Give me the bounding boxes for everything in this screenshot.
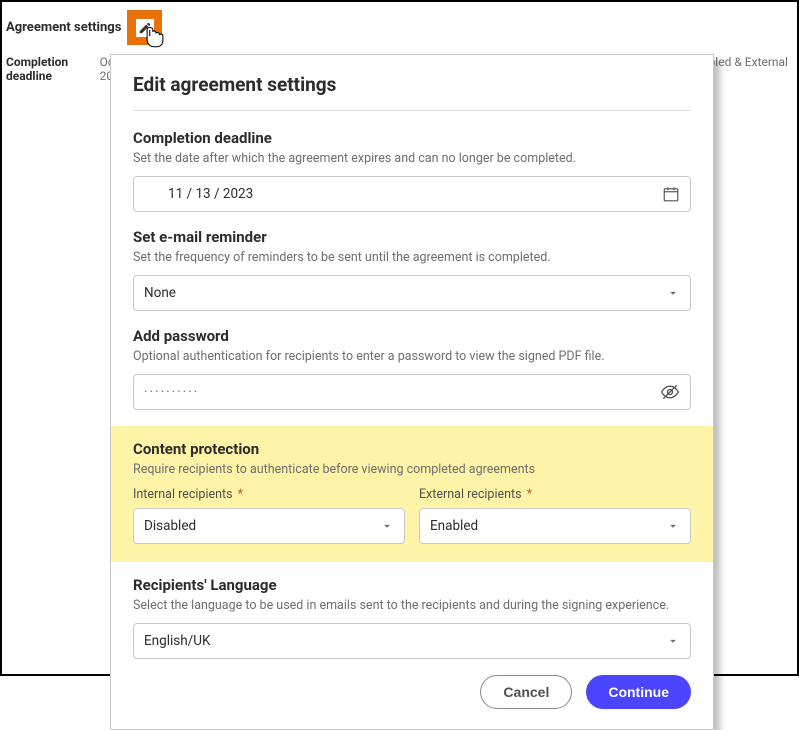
- reminder-value: None: [144, 285, 176, 301]
- protection-title: Content protection: [133, 440, 691, 458]
- summary-completion-label: Completion deadline: [6, 55, 94, 83]
- chevron-down-icon: [666, 286, 680, 300]
- deadline-title: Completion deadline: [133, 129, 691, 147]
- password-title: Add password: [133, 327, 691, 345]
- page-title: Agreement settings: [6, 20, 121, 35]
- reminder-desc: Set the frequency of reminders to be sen…: [133, 250, 691, 265]
- edit-settings-modal: Edit agreement settings Completion deadl…: [110, 54, 714, 730]
- reminder-select[interactable]: None: [133, 275, 691, 311]
- chevron-down-icon: [666, 634, 680, 648]
- password-value: ··········: [144, 384, 199, 400]
- edit-settings-button[interactable]: [127, 10, 162, 45]
- external-recipients-select[interactable]: Enabled: [419, 508, 691, 544]
- internal-recipients-label: Internal recipients *: [133, 487, 405, 502]
- deadline-desc: Set the date after which the agreement e…: [133, 151, 691, 166]
- internal-recipients-value: Disabled: [144, 518, 196, 534]
- chevron-down-icon: [380, 519, 394, 533]
- calendar-icon[interactable]: [662, 185, 680, 203]
- internal-recipients-select[interactable]: Disabled: [133, 508, 405, 544]
- language-desc: Select the language to be used in emails…: [133, 598, 691, 613]
- continue-button[interactable]: Continue: [586, 675, 691, 709]
- modal-title: Edit agreement settings: [133, 73, 691, 111]
- password-desc: Optional authentication for recipients t…: [133, 349, 691, 364]
- password-field[interactable]: ··········: [133, 374, 691, 410]
- language-select[interactable]: English/UK: [133, 623, 691, 659]
- language-value: English/UK: [144, 633, 210, 649]
- eye-off-icon[interactable]: [660, 382, 680, 402]
- chevron-down-icon: [666, 519, 680, 533]
- deadline-field[interactable]: 11 / 13 / 2023: [133, 176, 691, 212]
- external-recipients-label: External recipients *: [419, 487, 691, 502]
- content-protection-section: Content protection Require recipients to…: [111, 426, 713, 562]
- language-title: Recipients' Language: [133, 576, 691, 594]
- external-recipients-value: Enabled: [430, 518, 478, 534]
- deadline-value: 11 / 13 / 2023: [144, 186, 253, 202]
- protection-desc: Require recipients to authenticate befor…: [133, 462, 691, 477]
- cancel-button[interactable]: Cancel: [480, 675, 572, 709]
- cursor-icon: [141, 24, 169, 52]
- reminder-title: Set e-mail reminder: [133, 228, 691, 246]
